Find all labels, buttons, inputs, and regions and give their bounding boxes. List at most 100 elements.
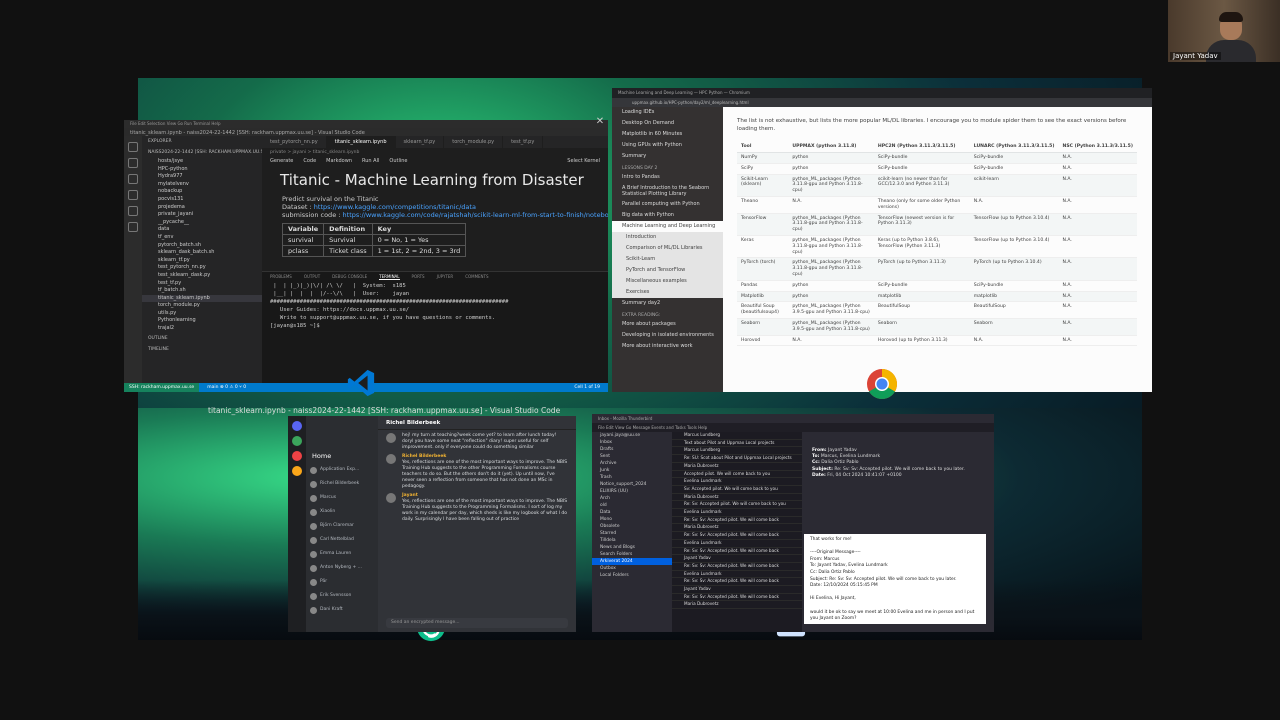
editor-tab[interactable]: test_tf.py bbox=[503, 136, 544, 148]
file-item[interactable]: Pythonlearning bbox=[142, 317, 262, 325]
to-value[interactable]: Marcus, Evelina Lundmark bbox=[821, 454, 880, 459]
file-item[interactable]: utils.py bbox=[142, 310, 262, 318]
editor-tab[interactable]: torch_module.py bbox=[444, 136, 504, 148]
nav-item[interactable]: Loading IDEs bbox=[612, 107, 723, 118]
file-item[interactable]: nobackup bbox=[142, 188, 262, 196]
message-row[interactable]: Re: SU: Scot about Pilot and Uppmax Loca… bbox=[672, 455, 802, 463]
message-row[interactable]: Evelina Lundmark bbox=[672, 509, 802, 517]
folder-item-selected[interactable]: Arkiverat 2024 bbox=[592, 558, 672, 565]
message-row[interactable]: Evelina Lundmark bbox=[672, 571, 802, 579]
breadcrumb[interactable]: private > jayani > titanic_sklearn.ipynb bbox=[262, 148, 608, 157]
panel-tab-ports[interactable]: PORTS bbox=[412, 274, 425, 280]
dm-item[interactable]: Application Exp... bbox=[306, 463, 378, 477]
nav-subitem[interactable]: Introduction bbox=[612, 232, 723, 243]
nav-item[interactable]: Big data with Python bbox=[612, 210, 723, 221]
file-item[interactable]: test_pytorch_nn.py bbox=[142, 264, 262, 272]
file-item[interactable]: test_tf.py bbox=[142, 280, 262, 288]
remote-explorer-icon[interactable] bbox=[128, 222, 138, 232]
chrome-app-icon[interactable] bbox=[866, 368, 898, 400]
dataset-link[interactable]: https://www.kaggle.com/competitions/tita… bbox=[314, 203, 476, 211]
file-item[interactable]: test_sklearn_dask.py bbox=[142, 272, 262, 280]
message-row[interactable]: Accepted pilot. We will come back to you bbox=[672, 471, 802, 479]
nav-subitem[interactable]: Comparison of ML/DL Libraries bbox=[612, 243, 723, 254]
submission-link[interactable]: https://www.kaggle.com/code/rajatshah/sc… bbox=[343, 211, 608, 219]
timeline-section[interactable]: TIMELINE bbox=[142, 344, 262, 355]
nav-item[interactable]: Developing in isolated environments bbox=[612, 330, 723, 341]
browser-window[interactable]: Machine Learning and Deep Learning — HPC… bbox=[612, 88, 1152, 392]
explorer-icon[interactable] bbox=[128, 142, 138, 152]
vscode-window[interactable]: File Edit Selection View Go Run Terminal… bbox=[124, 120, 608, 392]
file-item[interactable]: tf_env bbox=[142, 234, 262, 242]
dm-item[interactable]: Anton Nyberg + ... bbox=[306, 561, 378, 575]
editor-tab[interactable]: test_pytorch_nn.py bbox=[262, 136, 327, 148]
folder-item[interactable]: Data bbox=[592, 509, 672, 516]
editor-tab-active[interactable]: titanic_sklearn.ipynb bbox=[326, 136, 396, 148]
vscode-app-icon[interactable] bbox=[346, 368, 376, 398]
message-row[interactable]: Evelina Lundmark bbox=[672, 478, 802, 486]
terminal-panel[interactable]: PROBLEMS OUTPUT DEBUG CONSOLE TERMINAL P… bbox=[262, 271, 608, 383]
folder-item[interactable]: jayani.jaya@uu.se bbox=[592, 432, 672, 439]
nav-item-current[interactable]: Machine Learning and Deep Learning bbox=[612, 221, 723, 232]
file-item[interactable]: hosts/jsye bbox=[142, 158, 262, 166]
folder-item[interactable]: Arch bbox=[592, 495, 672, 502]
select-kernel-button[interactable]: Select Kernel bbox=[567, 158, 600, 164]
folder-item[interactable]: ELIXIRS (UU) bbox=[592, 488, 672, 495]
message-row[interactable]: Re: Sv: Sv: Accepted pilot. We will come… bbox=[672, 594, 802, 602]
file-item[interactable]: tf_batch.sh bbox=[142, 287, 262, 295]
panel-tab-problems[interactable]: PROBLEMS bbox=[270, 274, 292, 280]
folder-item[interactable]: Local Folders bbox=[592, 572, 672, 579]
message-row[interactable]: Re: Sv: Sv: Accepted pilot. We will come… bbox=[672, 517, 802, 525]
nav-item[interactable]: Parallel computing with Python bbox=[612, 199, 723, 210]
folder-item[interactable]: Mono bbox=[592, 516, 672, 523]
nav-item[interactable]: A Brief Introduction to the Seaborn Stat… bbox=[612, 183, 723, 199]
browser-tab-strip[interactable]: Machine Learning and Deep Learning — HPC… bbox=[612, 88, 1152, 98]
message-row[interactable]: Maria Dubrovetz bbox=[672, 463, 802, 471]
remote-indicator[interactable]: SSH: rackham.uppmax.uu.se bbox=[124, 383, 200, 392]
cc-value[interactable]: Dalia Ortiz Pablo bbox=[821, 460, 858, 465]
nav-item[interactable]: Summary day2 bbox=[612, 298, 723, 309]
mail-window[interactable]: Inbox - Mozilla Thunderbird File Edit Vi… bbox=[592, 414, 994, 632]
address-bar[interactable]: uppmax.github.io/HPC-python/day2/ml_deep… bbox=[612, 98, 1152, 107]
nav-item[interactable]: More about interactive work bbox=[612, 341, 723, 352]
dm-item[interactable]: Dani Kraft bbox=[306, 603, 378, 617]
close-icon[interactable]: ✕ bbox=[594, 116, 606, 128]
chat-app-window[interactable]: Home Application Exp... Richel Bilderbee… bbox=[288, 416, 576, 632]
outline-section[interactable]: OUTLINE bbox=[142, 333, 262, 344]
dm-item[interactable]: Carl Nettelblad bbox=[306, 533, 378, 547]
nav-item[interactable]: Using GPUs with Python bbox=[612, 140, 723, 151]
extensions-icon[interactable] bbox=[128, 206, 138, 216]
server-icon[interactable] bbox=[292, 436, 302, 446]
message-row[interactable]: Re: Sv: Accepted pilot. We will come bac… bbox=[672, 501, 802, 510]
status-branch[interactable]: main ⊗ 0 ⚠ 0 ⑂ 0 bbox=[199, 383, 574, 392]
nav-item[interactable]: Matplotlib in 60 Minutes bbox=[612, 129, 723, 140]
dm-item[interactable]: Björn Claremar bbox=[306, 519, 378, 533]
server-icon[interactable] bbox=[292, 421, 302, 431]
message-row[interactable]: Re: Sv: Sv: Accepted pilot. We will come… bbox=[672, 532, 802, 540]
folder-item[interactable]: Outbox bbox=[592, 565, 672, 572]
message-row[interactable]: Maria Dubrovetz bbox=[672, 524, 802, 533]
file-item[interactable]: sklearn_dask_batch.sh bbox=[142, 249, 262, 257]
from-value[interactable]: Jayant Yadav bbox=[828, 448, 857, 453]
editor-tab[interactable]: sklearn_tf.py bbox=[396, 136, 445, 148]
folder-item[interactable]: old bbox=[592, 502, 672, 509]
message-row[interactable]: Maria Dubrovetz bbox=[672, 601, 802, 610]
folder-item[interactable]: Inbox bbox=[592, 439, 672, 446]
message-row[interactable]: Jayant Yadav bbox=[672, 555, 802, 563]
message-row[interactable]: Re: Sv: Sv: Accepted pilot. We will come… bbox=[672, 578, 802, 587]
folder-item[interactable]: Tilldela bbox=[592, 537, 672, 544]
nav-item[interactable]: Summary bbox=[612, 151, 723, 162]
message-row[interactable]: Re: Sv: Sv: Accepted pilot. We will come… bbox=[672, 563, 802, 571]
file-item[interactable]: mylatelvenv bbox=[142, 181, 262, 189]
terminal-prompt[interactable]: [jayan@s185 ~]$ bbox=[262, 322, 608, 330]
message-row[interactable]: Marcus Lundberg bbox=[672, 447, 802, 456]
search-icon[interactable] bbox=[128, 158, 138, 168]
panel-tab-output[interactable]: OUTPUT bbox=[304, 274, 320, 280]
message-row[interactable]: Re: Sv: Sv: Accepted pilot. We will come… bbox=[672, 548, 802, 556]
file-item[interactable]: private_jayani bbox=[142, 211, 262, 219]
vscode-menu-bar[interactable]: File Edit Selection View Go Run Terminal… bbox=[124, 120, 608, 128]
folder-item[interactable]: News and Blogs bbox=[592, 544, 672, 551]
run-debug-icon[interactable] bbox=[128, 190, 138, 200]
folder-item[interactable]: Junk bbox=[592, 467, 672, 474]
message-row[interactable]: Evelina Lundmark bbox=[672, 540, 802, 548]
nav-item[interactable]: Intro to Pandas bbox=[612, 172, 723, 183]
